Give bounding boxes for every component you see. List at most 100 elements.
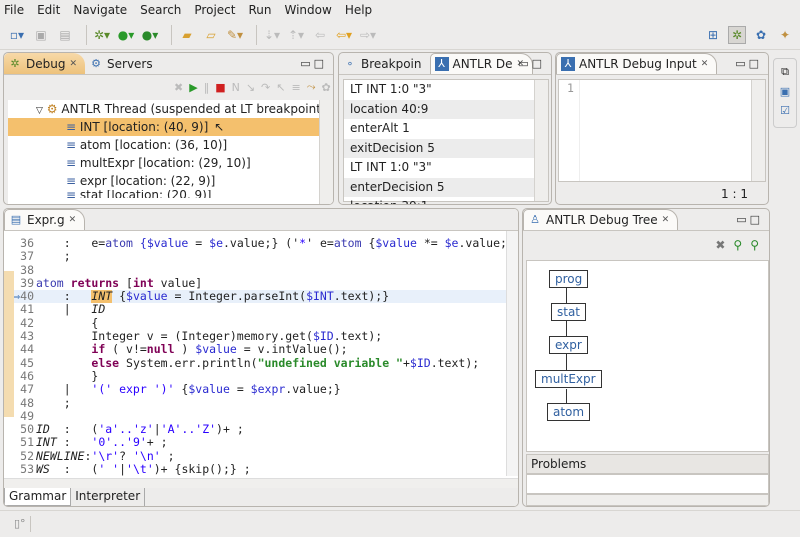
list-item[interactable]: location 39:1 [344, 197, 548, 204]
code-line[interactable]: 44 if ( v!= null ) $value = v.intValue(); [4, 343, 506, 357]
code-line[interactable]: 38 [4, 263, 506, 277]
code-line[interactable]: 52 NEWLINE: '\r'? '\n' ; [4, 449, 506, 463]
tree-node[interactable]: expr [549, 336, 588, 354]
close-icon[interactable]: ✕ [701, 59, 709, 69]
list-item[interactable]: LT INT 1:0 "3" [344, 158, 548, 178]
debug-input-editor[interactable]: 1 [558, 79, 766, 182]
vertical-scrollbar[interactable] [534, 80, 548, 201]
list-item[interactable]: location 40:9 [344, 99, 548, 119]
code-line[interactable]: 43 Integer v = (Integer)memory.get($ID .t… [4, 329, 506, 343]
resume-icon[interactable]: ▶ [189, 81, 197, 94]
menu-run[interactable]: Run [248, 3, 271, 17]
code-line[interactable]: 50 ID : ('a'..'z' | 'A'..'Z')+ ; [4, 422, 506, 436]
tab-servers[interactable]: ⚙ Servers [85, 53, 161, 74]
code-line[interactable]: 37 ; [4, 249, 506, 263]
horizontal-scrollbar[interactable] [526, 494, 769, 506]
tab-debug[interactable]: ✲ Debug ✕ [4, 53, 86, 74]
use-step-filters-icon[interactable]: ⤳ [307, 80, 316, 94]
problems-header[interactable]: Problems [526, 454, 769, 474]
next-annotation-icon[interactable]: ⇣▾ [263, 26, 281, 44]
tab-antlr-debug-tree[interactable]: ♙ ANTLR Debug Tree ✕ [523, 209, 679, 230]
minimize-maximize-icons[interactable]: ▭□ [300, 57, 327, 70]
tab-breakpoints[interactable]: ∘ Breakpoin [339, 53, 430, 74]
print-icon[interactable]: ▤ [56, 26, 74, 44]
code-line[interactable]: 36 : e= atom {$value = $e .value;} (' * ' e=… [4, 237, 506, 250]
tree-node[interactable]: stat [551, 303, 587, 321]
list-item[interactable]: LT INT 1:0 "3" [344, 80, 548, 100]
tab-grammar[interactable]: Grammar [4, 488, 72, 506]
code-line[interactable]: 42 { [4, 316, 506, 330]
menu-edit[interactable]: Edit [37, 3, 60, 17]
tree-node[interactable]: atom [547, 403, 591, 421]
step-into-icon[interactable]: ↘ [246, 81, 255, 94]
vertical-scrollbar[interactable] [751, 80, 765, 181]
threads-icon[interactable]: ✿ [322, 81, 331, 94]
tab-expr-g[interactable]: ▤ Expr.g ✕ [4, 209, 86, 230]
terminate-icon[interactable]: ■ [215, 81, 225, 94]
perspective-debug-icon[interactable]: ✲ [728, 25, 746, 44]
perspective-antlr-icon[interactable]: ✿ [752, 26, 770, 44]
code-line[interactable]: 47 | '(' expr ')' {$value = $expr .value;… [4, 382, 506, 396]
code-line[interactable]: 48 ; [4, 396, 506, 410]
search-icon[interactable]: ✎▾ [226, 26, 244, 44]
back-icon[interactable]: ⇦▾ [335, 26, 353, 44]
tab-interpreter[interactable]: Interpreter [71, 488, 146, 506]
last-edit-icon[interactable]: ⇦ [311, 26, 329, 44]
restore-icon[interactable]: ⧉ [781, 65, 789, 79]
code-line[interactable]: 53 WS : (' ' | '\t')+ {skip();} ; [4, 462, 506, 476]
forward-icon[interactable]: ⇨▾ [359, 26, 377, 44]
zoom-in-icon[interactable]: ⚲ [733, 238, 742, 252]
tasks-icon[interactable]: ☑ [780, 104, 790, 117]
tab-antlr-debug-input[interactable]: ⅄ ANTLR Debug Input ✕ [556, 53, 718, 74]
stack-frame-row[interactable]: ≡ INT [location: (40, 9)] ↖ [8, 118, 321, 136]
perspective-java-icon[interactable]: ⊞ [704, 26, 722, 44]
menu-project[interactable]: Project [194, 3, 235, 17]
run-icon[interactable]: ●▾ [117, 26, 135, 44]
thread-row[interactable]: ▽ ⚙ ANTLR Thread (suspended at LT breakp… [8, 100, 333, 118]
code-line[interactable]: 39 atom returns [int value] [4, 276, 506, 290]
minimize-maximize-icons[interactable]: ▭□ [736, 213, 763, 226]
expand-arrow-icon[interactable]: ▽ [36, 106, 43, 116]
list-item[interactable]: enterAlt 1 [344, 119, 548, 139]
menu-navigate[interactable]: Navigate [73, 3, 127, 17]
stack-frame-row[interactable]: ≡ multExpr [location: (29, 10)] [8, 154, 333, 172]
code-line[interactable]: 51 INT : '0'..'9' + ; [4, 436, 506, 450]
console-icon[interactable]: ▣ [780, 85, 790, 98]
debug-icon[interactable]: ✲▾ [93, 26, 111, 44]
zoom-out-icon[interactable]: ⚲ [750, 238, 759, 252]
step-return-icon[interactable]: ↖ [276, 81, 285, 94]
close-icon[interactable]: ✕ [69, 59, 77, 69]
code-line[interactable]: ⇒40 : INT {$value = Integer.parseInt($IN… [4, 289, 506, 304]
menu-help[interactable]: Help [345, 3, 372, 17]
minimize-maximize-icons[interactable]: ▭□ [518, 57, 545, 70]
list-item[interactable]: exitDecision 5 [344, 138, 548, 158]
clear-icon[interactable]: ✖ [715, 238, 725, 252]
disconnect-icon[interactable]: N [232, 81, 240, 94]
code-line[interactable]: 45 else System.err.println("undefined va… [4, 356, 506, 370]
stack-frame-row[interactable]: ≡ atom [location: (36, 10)] [8, 136, 333, 154]
open-type-icon[interactable]: ▰ [178, 26, 196, 44]
close-icon[interactable]: ✕ [69, 215, 77, 225]
save-icon[interactable]: ▣ [32, 26, 50, 44]
code-line[interactable]: 46 } [4, 369, 506, 383]
menu-window[interactable]: Window [284, 3, 331, 17]
fast-view-icon[interactable]: ▯° [14, 517, 26, 530]
step-over-icon[interactable]: ↷ [261, 81, 270, 94]
perspective-other-icon[interactable]: ✦ [776, 26, 794, 44]
menu-file[interactable]: File [4, 3, 24, 17]
stack-frame-row[interactable]: ≡ stat [location: (20, 9)] [8, 190, 333, 198]
tree-node[interactable]: multExpr [535, 370, 602, 388]
vertical-scrollbar[interactable] [319, 100, 333, 204]
remove-terminated-icon[interactable]: ✖ [174, 81, 183, 94]
drop-to-frame-icon[interactable]: ≡ [291, 81, 300, 94]
open-task-icon[interactable]: ▱ [202, 26, 220, 44]
menu-search[interactable]: Search [140, 3, 181, 17]
code-line[interactable]: 41 | ID [4, 303, 506, 317]
list-item[interactable]: enterDecision 5 [344, 177, 548, 197]
suspend-icon[interactable]: ‖ [204, 81, 210, 94]
stack-frame-row[interactable]: ≡ expr [location: (22, 9)] [8, 172, 333, 190]
new-icon[interactable]: ▫▾ [8, 26, 26, 44]
tree-node[interactable]: prog [549, 270, 589, 288]
external-tools-icon[interactable]: ●▾ [141, 26, 159, 44]
prev-annotation-icon[interactable]: ⇡▾ [287, 26, 305, 44]
